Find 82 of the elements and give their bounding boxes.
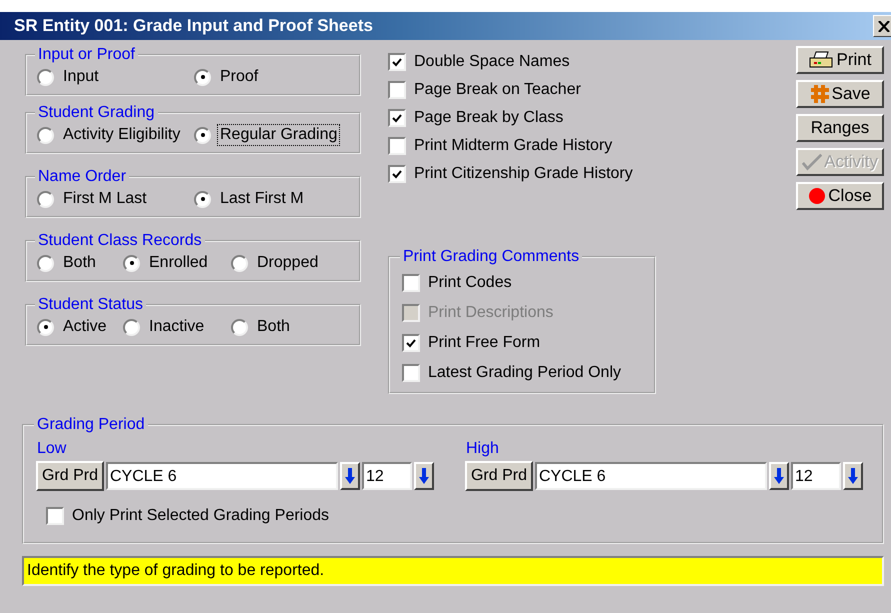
grading-period-button[interactable]: Grd Prd <box>465 461 533 491</box>
stop-icon <box>808 187 826 205</box>
check-icon <box>392 112 402 122</box>
group-title: Grading Period <box>36 416 146 434</box>
range-label: Low <box>37 440 68 458</box>
toolbar-button[interactable]: Close <box>796 182 884 210</box>
ranges-button[interactable]: Ranges <box>796 114 884 142</box>
radio-button[interactable] <box>37 318 54 336</box>
checkbox[interactable] <box>388 136 406 154</box>
checkbox-label: Print Codes <box>428 274 512 292</box>
window-title: SR Entity 001: Grade Input and Proof Sheets <box>14 16 374 36</box>
radio-label: Last First M <box>219 189 305 209</box>
radio-button[interactable] <box>194 190 211 208</box>
group-title: Input or Proof <box>37 46 136 64</box>
radio-button[interactable] <box>123 318 140 336</box>
group-title: Name Order <box>37 168 128 186</box>
radio-button[interactable] <box>231 254 248 272</box>
checkbox[interactable] <box>388 80 406 98</box>
radio-label: Enrolled <box>148 253 209 273</box>
radio-button[interactable] <box>231 318 248 336</box>
radio-label: Input <box>62 67 100 87</box>
checkbox-label: Print Citizenship Grade History <box>414 164 633 182</box>
dropdown-button[interactable] <box>769 462 789 490</box>
number-field[interactable]: 12 <box>362 462 412 490</box>
hash-icon <box>810 84 830 104</box>
dropdown-button[interactable] <box>843 462 863 490</box>
radio-button[interactable] <box>37 254 54 272</box>
radio-label: Both <box>62 253 97 273</box>
number-field[interactable]: 12 <box>791 462 841 490</box>
close-button[interactable] <box>873 15 891 37</box>
checkbox[interactable] <box>388 164 406 182</box>
checkbox[interactable] <box>402 364 420 382</box>
group-title: Student Status <box>37 296 144 314</box>
range-label: High <box>466 440 500 458</box>
toolbar-button[interactable]: Save <box>796 80 884 108</box>
check-icon <box>392 168 402 178</box>
checkbox[interactable] <box>402 334 420 352</box>
radio-button[interactable] <box>37 190 54 208</box>
close-icon <box>878 20 890 32</box>
checkbox[interactable] <box>388 52 406 70</box>
toolbar-button[interactable]: Print <box>796 46 884 74</box>
checkbox-label: Latest Grading Period Only <box>428 364 621 382</box>
down-arrow-icon <box>419 468 429 484</box>
period-field[interactable]: CYCLE 6 <box>106 462 338 490</box>
dropdown-button[interactable] <box>414 462 434 490</box>
radio-label: Proof <box>219 67 260 87</box>
radio-button[interactable] <box>194 126 211 144</box>
radio-label: Both <box>256 317 291 337</box>
checkbox[interactable] <box>402 274 420 292</box>
radio-button[interactable] <box>37 126 54 144</box>
group-title: Student Class Records <box>37 232 203 250</box>
period-field[interactable]: CYCLE 6 <box>535 462 767 490</box>
status-message: Identify the type of grading to be reported. <box>27 562 324 580</box>
group-title: Print Grading Comments <box>402 248 580 266</box>
radio-button[interactable] <box>37 68 54 86</box>
checkbox-label: Page Break by Class <box>414 108 564 126</box>
checkbox-label: Print Free Form <box>428 334 540 352</box>
checkbox-label: Only Print Selected Grading Periods <box>72 506 330 524</box>
radio-label: First M Last <box>62 189 148 209</box>
check-icon <box>406 338 416 348</box>
group-title: Student Grading <box>37 104 156 122</box>
grading-period-button[interactable]: Grd Prd <box>36 461 104 491</box>
radio-label: Inactive <box>148 317 206 337</box>
radio-button[interactable] <box>194 68 211 86</box>
checkbox[interactable] <box>388 108 406 126</box>
check-icon <box>802 153 822 171</box>
down-arrow-icon <box>848 468 858 484</box>
checkbox-label: Print Descriptions <box>428 304 554 322</box>
radio-button[interactable] <box>123 254 140 272</box>
dropdown-button[interactable] <box>340 462 360 490</box>
down-arrow-icon <box>774 468 784 484</box>
radio-label: Activity Eligibility <box>62 125 182 145</box>
down-arrow-icon <box>345 468 355 484</box>
radio-label: Regular Grading <box>217 124 340 146</box>
checkbox-label: Page Break on Teacher <box>414 80 581 98</box>
radio-label: Active <box>62 317 108 337</box>
checkbox-label: Print Midterm Grade History <box>414 136 612 154</box>
checkbox[interactable] <box>46 506 64 524</box>
checkbox-label: Double Space Names <box>414 52 570 70</box>
printer-icon <box>808 51 835 69</box>
check-icon <box>392 56 402 66</box>
radio-label: Dropped <box>256 253 320 273</box>
